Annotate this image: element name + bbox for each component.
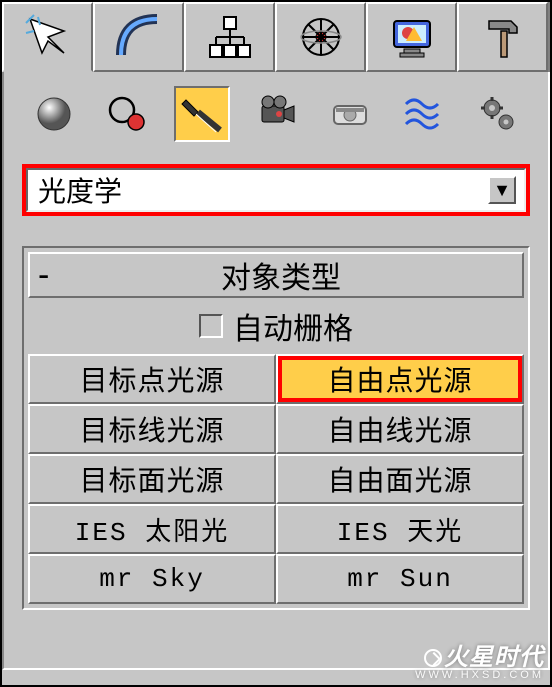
monitor-icon — [388, 13, 436, 61]
category-systems[interactable] — [470, 86, 526, 142]
sphere-icon — [32, 92, 76, 136]
rollout-header[interactable]: - 对象类型 — [28, 252, 524, 298]
arc-icon — [115, 13, 163, 61]
category-lights[interactable] — [174, 86, 230, 142]
btn-free-area[interactable]: 自由面光源 — [276, 454, 524, 504]
btn-mr-sun[interactable]: mr Sun — [276, 554, 524, 604]
autogrid-row: 自动栅格 — [28, 304, 524, 348]
btn-target-point[interactable]: 目标点光源 — [28, 354, 276, 404]
category-geometry[interactable] — [26, 86, 82, 142]
hammer-icon — [479, 13, 527, 61]
category-cameras[interactable] — [248, 86, 304, 142]
gears-icon — [476, 92, 520, 136]
shapes-icon — [106, 92, 150, 136]
btn-ies-sun[interactable]: IES 太阳光 — [28, 504, 276, 554]
flashlight-icon — [180, 92, 224, 136]
magic-cursor-icon — [24, 13, 72, 61]
create-category-toolbar — [22, 86, 530, 142]
light-type-dropdown-highlight: 光度学 ▼ — [22, 164, 530, 216]
btn-free-point-highlight: 自由点光源 — [278, 356, 522, 402]
wheel-icon — [297, 13, 345, 61]
tab-motion[interactable] — [275, 2, 366, 72]
hierarchy-icon — [206, 13, 254, 61]
waves-icon — [402, 92, 446, 136]
category-shapes[interactable] — [100, 86, 156, 142]
category-helpers[interactable] — [322, 86, 378, 142]
btn-free-point[interactable]: 自由点光源 — [276, 354, 524, 404]
tab-display[interactable] — [366, 2, 457, 72]
chevron-down-icon: ▼ — [488, 176, 516, 204]
btn-target-linear[interactable]: 目标线光源 — [28, 404, 276, 454]
collapse-icon: - — [38, 265, 62, 285]
tab-hierarchy[interactable] — [184, 2, 275, 72]
camera-icon — [254, 92, 298, 136]
tab-create[interactable] — [2, 2, 93, 72]
btn-target-area[interactable]: 目标面光源 — [28, 454, 276, 504]
btn-ies-sky[interactable]: IES 天光 — [276, 504, 524, 554]
category-spacewarps[interactable] — [396, 86, 452, 142]
dropdown-selected-label: 光度学 — [38, 170, 122, 210]
rollout-title: 对象类型 — [72, 253, 514, 297]
autogrid-label: 自动栅格 — [233, 304, 353, 348]
btn-mr-sky[interactable]: mr Sky — [28, 554, 276, 604]
light-type-dropdown[interactable]: 光度学 ▼ — [26, 168, 526, 212]
btn-free-linear[interactable]: 自由线光源 — [276, 404, 524, 454]
tab-modify[interactable] — [93, 2, 184, 72]
object-type-grid: 目标点光源 自由点光源 目标线光源 自由线光源 目标面光源 自由面光源 IES … — [28, 354, 524, 604]
tab-utilities[interactable] — [457, 2, 548, 72]
object-type-rollout: - 对象类型 自动栅格 目标点光源 自由点光源 目标线光源 自由线光源 目标面光… — [22, 246, 530, 610]
tape-icon — [328, 92, 372, 136]
autogrid-checkbox[interactable] — [199, 314, 223, 338]
